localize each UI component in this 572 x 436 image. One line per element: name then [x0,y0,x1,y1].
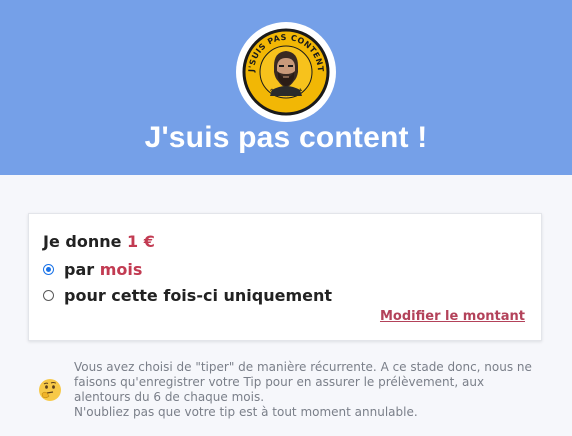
page-title: J'suis pas content ! [144,121,428,154]
option-monthly[interactable]: par mois [43,257,142,281]
option-monthly-frequency: mois [99,259,143,279]
option-monthly-label: par mois [64,260,142,279]
donation-summary: Je donne 1 € [43,231,155,253]
logo-portrait-icon: J'SUIS PAS CONTENT GRÉG TABIBIAN [240,26,332,118]
option-once[interactable]: pour cette fois-ci uniquement [43,283,332,307]
thinking-face-emoji-icon [39,379,61,401]
option-once-label: pour cette fois-ci uniquement [64,285,333,305]
modify-amount-link[interactable]: Modifier le montant [380,309,525,324]
option-monthly-prefix: par [64,259,95,279]
notice-line-cancel: N'oubliez pas que votre tip est à tout m… [74,405,418,419]
logo: J'SUIS PAS CONTENT GRÉG TABIBIAN [236,22,336,122]
donation-prefix: Je donne [43,232,122,251]
donation-card: Je donne 1 € par mois pour cette fois-ci… [28,213,542,341]
donation-amount: 1 € [127,232,155,251]
notice-text: Vous avez choisi de "tiper" de manière r… [74,360,544,420]
notice-line-recurring: Vous avez choisi de "tiper" de manière r… [74,360,532,404]
recurring-notice: Vous avez choisi de "tiper" de manière r… [38,360,538,424]
radio-once[interactable] [43,289,54,301]
radio-monthly[interactable] [43,263,54,275]
header-banner: J'SUIS PAS CONTENT GRÉG TABIBIAN J'suis … [0,0,572,175]
